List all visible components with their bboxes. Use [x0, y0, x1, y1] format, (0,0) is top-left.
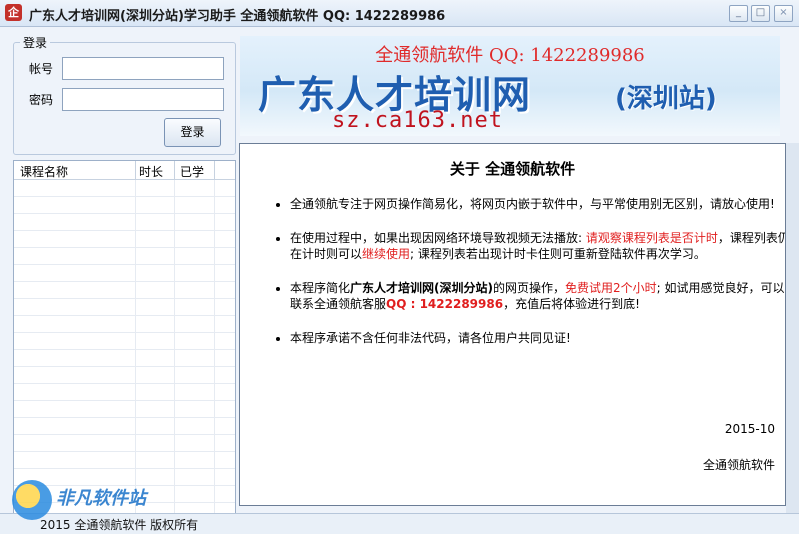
- about-item: 在使用过程中，如果出现因网络环境导致视频无法播放: 请观察课程列表是否计时，课程…: [290, 230, 785, 262]
- course-table-header: 课程名称 时长 已学: [14, 161, 235, 180]
- grid-line: [135, 180, 136, 513]
- column-divider: [135, 161, 136, 179]
- about-qq: QQ : 1422289986: [386, 297, 504, 311]
- column-divider: [214, 161, 215, 179]
- column-learned[interactable]: 已学: [180, 163, 204, 180]
- status-bar: 2015 全通领航软件 版权所有: [0, 513, 799, 534]
- window-title: 广东人才培训网(深圳分站)学习助手 全通领航软件 QQ: 1422289986: [29, 9, 446, 24]
- column-divider: [174, 161, 175, 179]
- column-duration[interactable]: 时长: [139, 163, 163, 180]
- about-list: 全通领航专注于网页操作简易化，将网页内嵌于软件中，与平常使用别无区别，请放心使用…: [272, 196, 785, 364]
- about-item-text: 全通领航专注于网页操作简易化，将网页内嵌于软件中，与平常使用别无区别，请放心使用…: [290, 197, 775, 211]
- grid-line: [174, 180, 175, 513]
- about-panel: 关于 全通领航软件 全通领航专注于网页操作简易化，将网页内嵌于软件中，与平常使用…: [239, 143, 786, 506]
- login-legend: 登录: [20, 34, 51, 51]
- copyright-text: 2015 全通领航软件 版权所有: [40, 518, 199, 532]
- banner-subtitle: (深圳站): [615, 84, 717, 114]
- window-edge: [786, 143, 799, 513]
- course-table-rows: [14, 180, 235, 513]
- about-item-text: ; 课程列表若出现计时卡住则可重新登陆软件再次学习。: [410, 247, 706, 261]
- password-input[interactable]: [62, 88, 224, 111]
- about-item-text: 本程序简化: [290, 281, 351, 295]
- site-banner: 全通领航软件 QQ: 1422289986 广东人才培训网 (深圳站) sz.c…: [240, 36, 780, 136]
- about-item: 全通领航专注于网页操作简易化，将网页内嵌于软件中，与平常使用别无区别，请放心使用…: [290, 196, 785, 212]
- course-table[interactable]: 课程名称 时长 已学: [13, 160, 236, 514]
- about-date: 2015-10: [724, 422, 775, 436]
- about-item-text: 在使用过程中，如果出现因网络环境导致视频无法播放:: [290, 231, 586, 245]
- login-button[interactable]: 登录: [164, 118, 221, 147]
- minimize-button[interactable]: _: [729, 5, 748, 22]
- title-bar: 企 广东人才培训网(深圳分站)学习助手 全通领航软件 QQ: 142228998…: [0, 0, 799, 27]
- about-item-text: 本程序承诺不含任何非法代码，请各位用户共同见证!: [290, 331, 571, 345]
- about-site-name: 广东人才培训网(深圳分站): [350, 281, 493, 295]
- about-item-text: 的网页操作，: [493, 281, 566, 295]
- about-highlight: 继续使用: [362, 247, 411, 261]
- maximize-button[interactable]: □: [751, 5, 770, 22]
- about-highlight: 请观察课程列表是否计时: [585, 231, 718, 245]
- about-highlight: 免费试用2个小时: [565, 281, 657, 295]
- column-course-name[interactable]: 课程名称: [20, 163, 68, 180]
- about-item-text: ，充值后将体验进行到底!: [503, 297, 640, 311]
- close-button[interactable]: ×: [774, 5, 793, 22]
- password-label: 密码: [29, 93, 54, 107]
- about-item: 本程序简化广东人才培训网(深圳分站)的网页操作，免费试用2个小时; 如试用感觉良…: [290, 280, 785, 312]
- about-item: 本程序承诺不含任何非法代码，请各位用户共同见证!: [290, 330, 785, 346]
- grid-line: [214, 180, 215, 513]
- about-signature: 全通领航软件: [702, 458, 775, 472]
- banner-url: sz.ca163.net: [332, 108, 503, 133]
- account-input[interactable]: [62, 57, 224, 80]
- about-title: 关于 全通领航软件: [449, 160, 576, 178]
- app-icon: 企: [5, 4, 22, 21]
- account-label: 帐号: [29, 62, 54, 76]
